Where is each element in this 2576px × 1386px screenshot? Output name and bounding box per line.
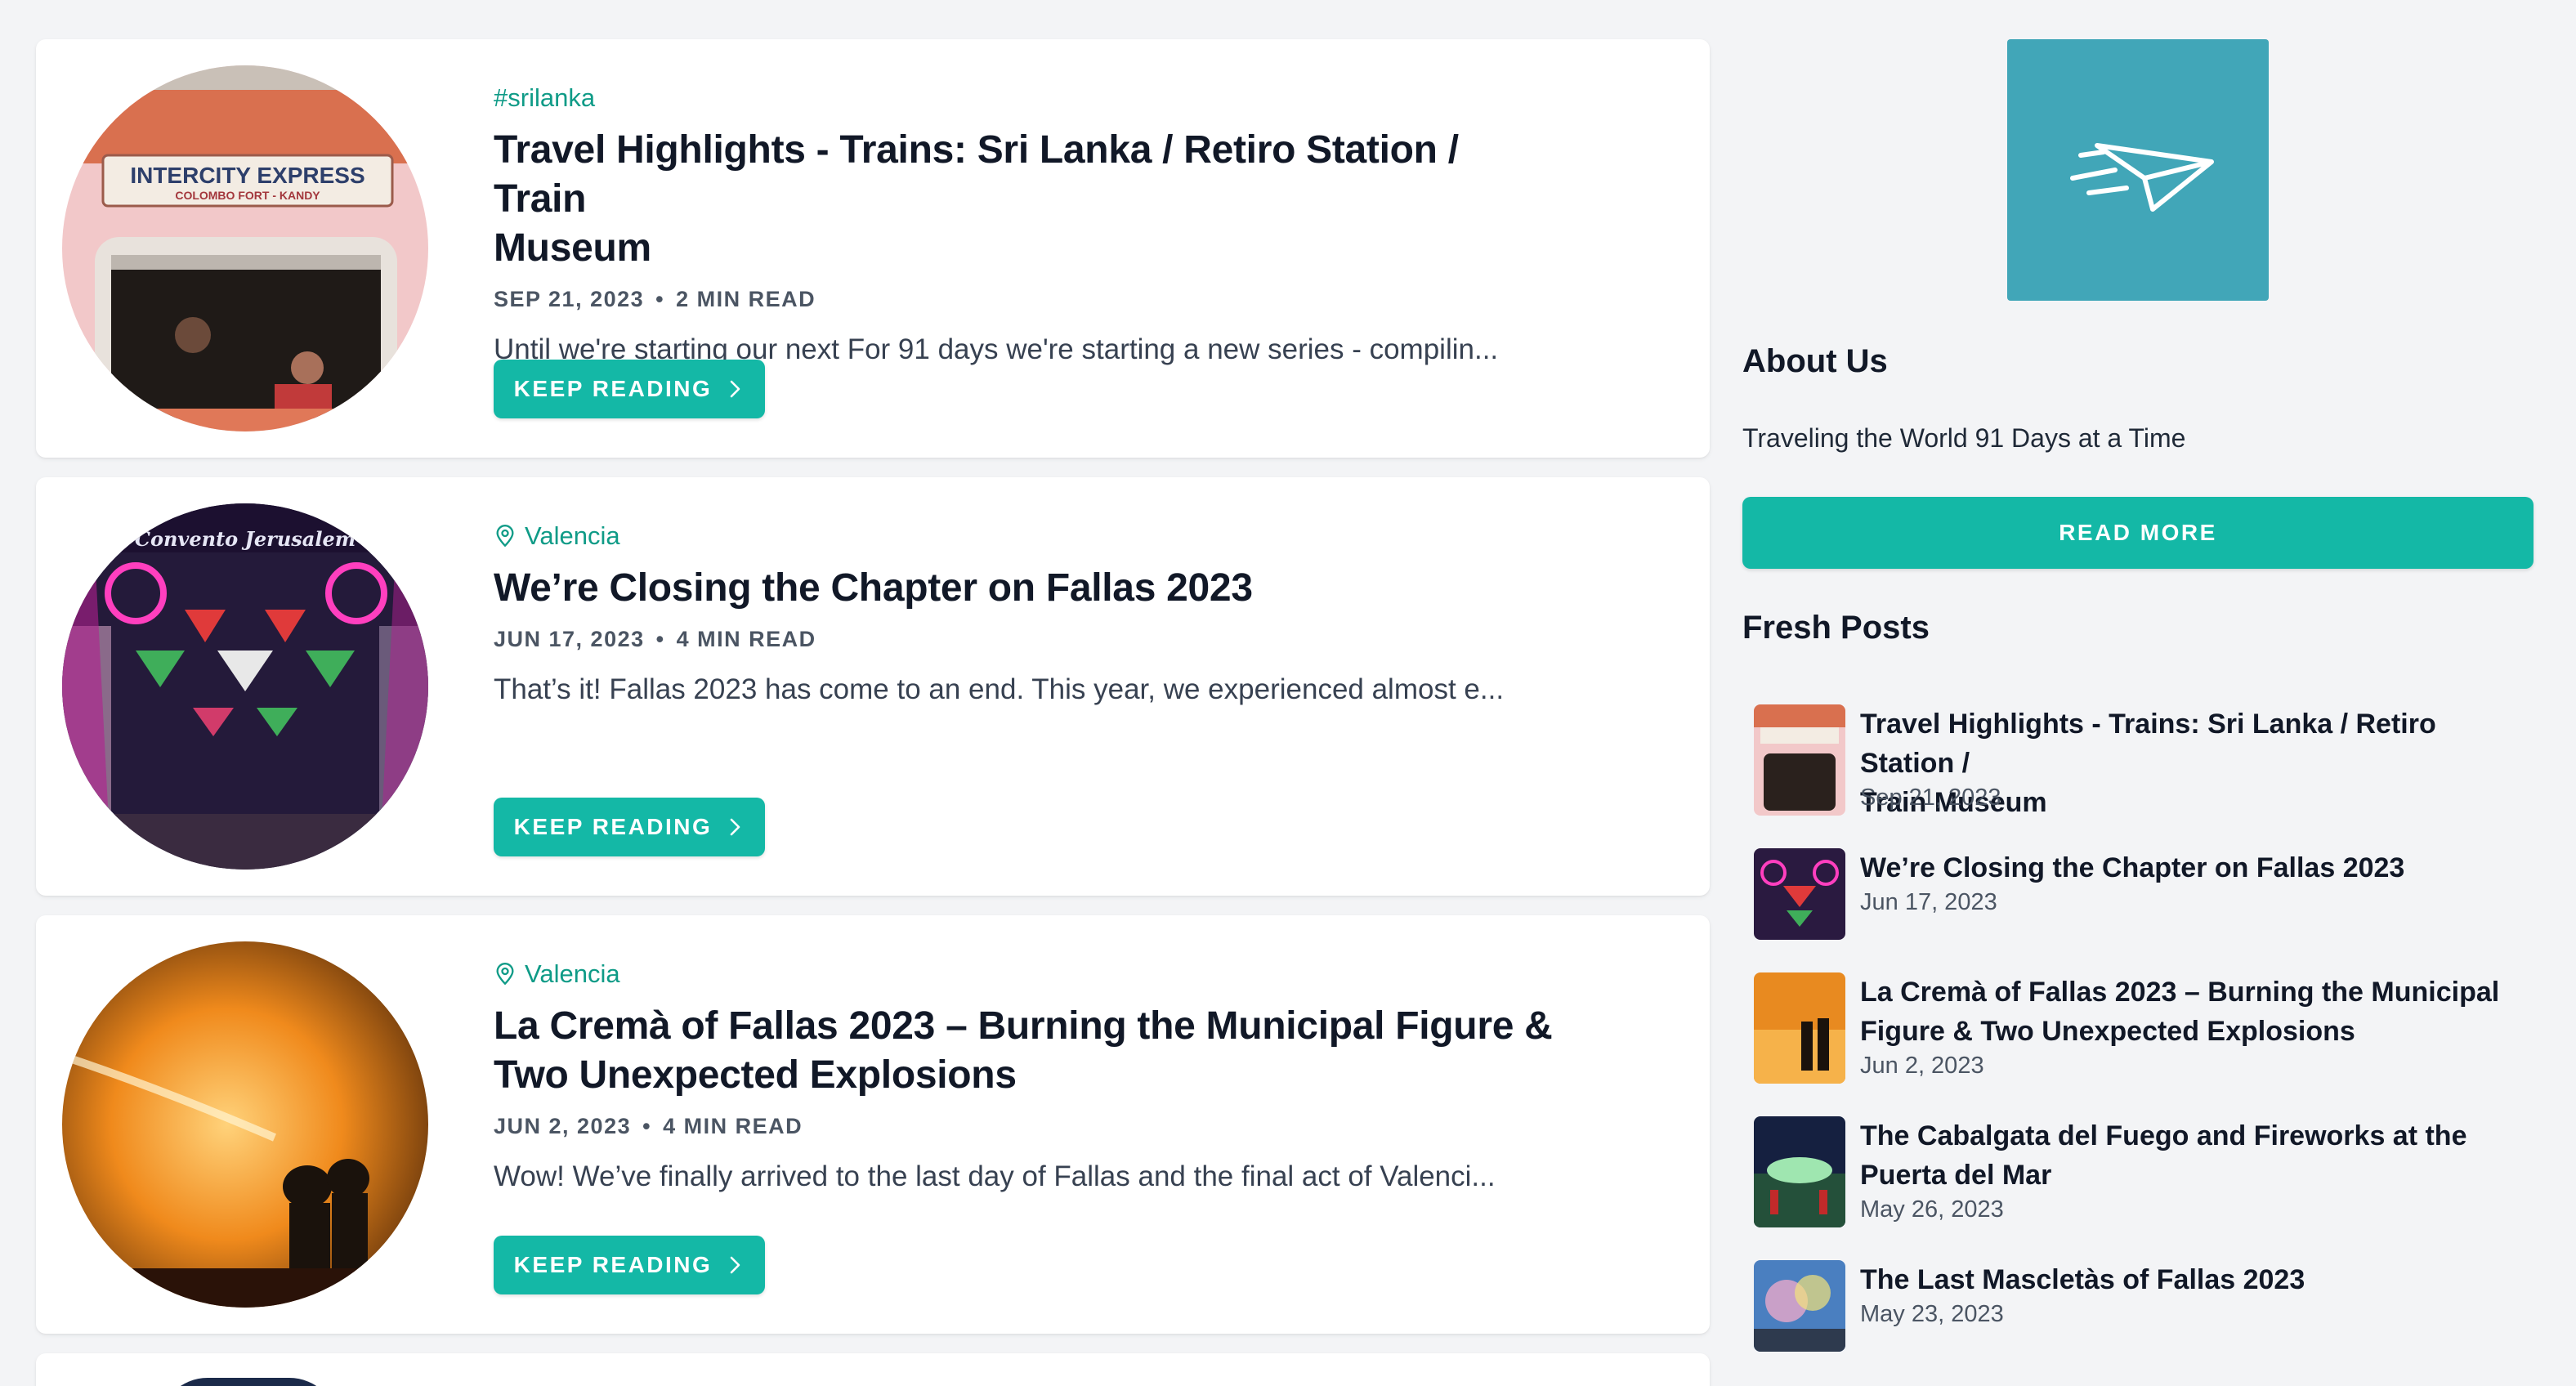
fresh-post-title: The Cabalgata del Fuego and Fireworks at…: [1860, 1116, 2530, 1195]
chevron-right-icon: [731, 380, 740, 398]
site-logo[interactable]: [2007, 39, 2269, 301]
post-date: JUN 2, 2023: [494, 1113, 632, 1138]
post-meta: JUN 17, 2023 • 4 MIN READ: [494, 624, 1556, 654]
post-thumbnail[interactable]: [159, 1378, 338, 1386]
post-thumbnail[interactable]: [62, 941, 428, 1308]
post-card: Valencia La Cremà of Fallas 2023 – Burni…: [36, 915, 1710, 1334]
svg-text:COLOMBO FORT - KANDY: COLOMBO FORT - KANDY: [175, 189, 320, 202]
post-excerpt: Wow! We’ve finally arrived to the last d…: [494, 1160, 1496, 1192]
post-date: JUN 17, 2023: [494, 626, 645, 651]
fresh-post-thumbnail: [1754, 1260, 1845, 1352]
meta-separator: •: [642, 1113, 652, 1138]
keep-reading-label: KEEP READING: [513, 1252, 713, 1277]
fresh-post-title-line: The Cabalgata del Fuego and Fireworks at…: [1860, 1120, 2467, 1151]
post-body: #srilanka Travel Highlights - Trains: Sr…: [494, 82, 1556, 369]
post-thumbnail[interactable]: INTERCITY EXPRESS COLOMBO FORT - KANDY: [62, 65, 428, 431]
post-body: Valencia La Cremà of Fallas 2023 – Burni…: [494, 958, 1556, 1196]
fresh-post-thumbnail: [1754, 972, 1845, 1084]
post-meta: JUN 2, 2023 • 4 MIN READ: [494, 1111, 1556, 1141]
meta-separator: •: [655, 626, 665, 651]
post-tag[interactable]: #srilanka: [494, 82, 1556, 114]
post-tag-label: Valencia: [525, 959, 620, 988]
post-card: Convento Jerusalem Valencia We’re Closin…: [36, 477, 1710, 896]
fresh-post-title: We’re Closing the Chapter on Fallas 2023: [1860, 848, 2530, 887]
about-text: Traveling the World 91 Days at a Time: [1742, 423, 2186, 453]
post-title-line: Travel Highlights - Trains: Sri Lanka / …: [494, 128, 1459, 221]
post-tag[interactable]: Valencia: [494, 520, 1556, 552]
post-title-line: La Cremà of Fallas 2023 – Burning the Mu…: [494, 1004, 1553, 1048]
fresh-post-title-line: Figure & Two Unexpected Explosions: [1860, 1016, 2355, 1047]
fresh-post-title-line: Puerta del Mar: [1860, 1160, 2052, 1191]
location-pin-icon: [496, 525, 514, 548]
keep-reading-label: KEEP READING: [513, 814, 713, 839]
firefighters-image: [62, 941, 428, 1308]
keep-reading-label: KEEP READING: [513, 376, 713, 401]
fresh-post-title: The Last Mascletàs of Fallas 2023: [1860, 1260, 2530, 1299]
fresh-posts-heading: Fresh Posts: [1742, 610, 1930, 646]
fresh-post-title-line: We’re Closing the Chapter on Fallas 2023: [1860, 852, 2405, 883]
post-title[interactable]: La Cremà of Fallas 2023 – Burning the Mu…: [494, 1002, 1556, 1100]
about-heading: About Us: [1742, 343, 1888, 379]
fresh-post-thumbnail: [1754, 1116, 1845, 1227]
meta-separator: •: [655, 286, 665, 311]
svg-text:INTERCITY EXPRESS: INTERCITY EXPRESS: [130, 163, 364, 188]
fresh-post-date: Sep 21, 2023: [1860, 785, 2001, 811]
page: INTERCITY EXPRESS COLOMBO FORT - KANDY #…: [0, 0, 2576, 1386]
keep-reading-button[interactable]: KEEP READING: [494, 798, 765, 856]
fresh-post-thumbnail: [1754, 848, 1845, 940]
post-thumbnail[interactable]: Convento Jerusalem: [62, 503, 428, 870]
fresh-post-date: May 23, 2023: [1860, 1301, 2004, 1327]
post-excerpt: That’s it! Fallas 2023 has come to an en…: [494, 673, 1505, 705]
post-tag[interactable]: Valencia: [494, 958, 1556, 990]
keep-reading-button[interactable]: KEEP READING: [494, 360, 765, 418]
svg-text:Convento Jerusalem: Convento Jerusalem: [135, 527, 356, 551]
post-title-line: Museum: [494, 226, 651, 270]
post-title-line: Two Unexpected Explosions: [494, 1053, 1017, 1097]
fresh-post-title: La Cremà of Fallas 2023 – Burning the Mu…: [1860, 972, 2530, 1051]
post-read-time: 4 MIN READ: [663, 1113, 803, 1138]
fallas-lights-image: Convento Jerusalem: [62, 503, 428, 870]
fresh-post-date: Jun 2, 2023: [1860, 1053, 1984, 1079]
fresh-post-title-line: The Last Mascletàs of Fallas 2023: [1860, 1264, 2305, 1295]
post-title-line: We’re Closing the Chapter on Fallas 2023: [494, 566, 1253, 610]
post-read-time: 2 MIN READ: [676, 286, 816, 311]
post-tag-label: Valencia: [525, 521, 620, 550]
post-body: Valencia We’re Closing the Chapter on Fa…: [494, 520, 1556, 709]
fresh-post-date: May 26, 2023: [1860, 1196, 2004, 1223]
fresh-post-date: Jun 17, 2023: [1860, 889, 1997, 915]
post-tag-label: #srilanka: [494, 83, 596, 112]
train-window-image: INTERCITY EXPRESS COLOMBO FORT - KANDY: [62, 65, 428, 431]
chevron-right-icon: [731, 818, 740, 836]
fresh-post-title-line: La Cremà of Fallas 2023 – Burning the Mu…: [1860, 977, 2500, 1008]
post-read-time: 4 MIN READ: [676, 626, 816, 651]
post-card: [36, 1353, 1710, 1386]
location-pin-icon: [496, 963, 514, 986]
keep-reading-button[interactable]: KEEP READING: [494, 1236, 765, 1294]
fresh-post-thumbnail: [1754, 704, 1845, 816]
post-meta: SEP 21, 2023 • 2 MIN READ: [494, 284, 1556, 314]
fresh-post-title-line: Travel Highlights - Trains: Sri Lanka / …: [1860, 709, 2436, 779]
post-title[interactable]: Travel Highlights - Trains: Sri Lanka / …: [494, 126, 1556, 273]
paper-plane-icon: [2070, 143, 2214, 212]
read-more-button[interactable]: READ MORE: [1742, 497, 2534, 569]
post-card: INTERCITY EXPRESS COLOMBO FORT - KANDY #…: [36, 39, 1710, 458]
chevron-right-icon: [731, 1256, 740, 1274]
post-date: SEP 21, 2023: [494, 286, 645, 311]
post-title[interactable]: We’re Closing the Chapter on Fallas 2023: [494, 564, 1556, 613]
